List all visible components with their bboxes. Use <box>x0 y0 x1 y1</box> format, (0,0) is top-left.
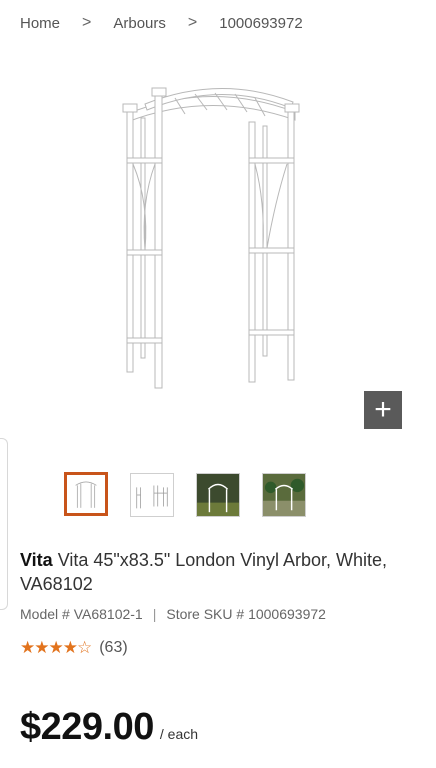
thumbnail-4[interactable] <box>262 473 306 517</box>
chevron-right-icon: > <box>82 14 92 31</box>
star-icon: ★★★★ <box>20 638 78 657</box>
thumbnail-strip <box>0 472 436 522</box>
zoom-button[interactable]: + <box>364 391 402 429</box>
breadcrumb-home-link[interactable]: Home <box>20 15 60 32</box>
product-brand[interactable]: Vita <box>20 550 53 570</box>
product-title: Vita Vita 45"x83.5" London Vinyl Arbor, … <box>20 548 420 596</box>
plus-icon: + <box>374 393 392 426</box>
rating-summary[interactable]: ★★★★☆ (63) <box>20 638 128 658</box>
product-main-image[interactable] <box>115 82 310 394</box>
rating-stars: ★★★★☆ <box>20 638 92 658</box>
thumbnail-2[interactable] <box>130 473 174 517</box>
breadcrumb-current: 1000693972 <box>219 14 303 32</box>
half-star-icon: ☆ <box>76 638 92 657</box>
side-drawer-handle[interactable] <box>0 438 8 610</box>
breadcrumb-category-link[interactable]: Arbours <box>113 15 166 32</box>
product-name: Vita 45"x83.5" London Vinyl Arbor, White… <box>20 550 388 594</box>
review-count[interactable]: (63) <box>99 639 127 657</box>
meta-divider: | <box>152 606 157 622</box>
store-sku: Store SKU # 1000693972 <box>166 606 326 622</box>
breadcrumb: Home > Arbours > 1000693972 <box>0 0 436 46</box>
price-amount: $229.00 <box>20 706 154 748</box>
price-unit: / each <box>159 726 199 742</box>
thumbnail-3[interactable] <box>196 473 240 517</box>
thumbnail-1[interactable] <box>64 472 108 516</box>
chevron-right-icon: > <box>187 14 198 31</box>
product-identifiers: Model # VA68102-1 | Store SKU # 10006939… <box>20 606 326 622</box>
model-number: Model # VA68102-1 <box>20 606 143 622</box>
price-block: $229.00 / each <box>20 706 198 749</box>
